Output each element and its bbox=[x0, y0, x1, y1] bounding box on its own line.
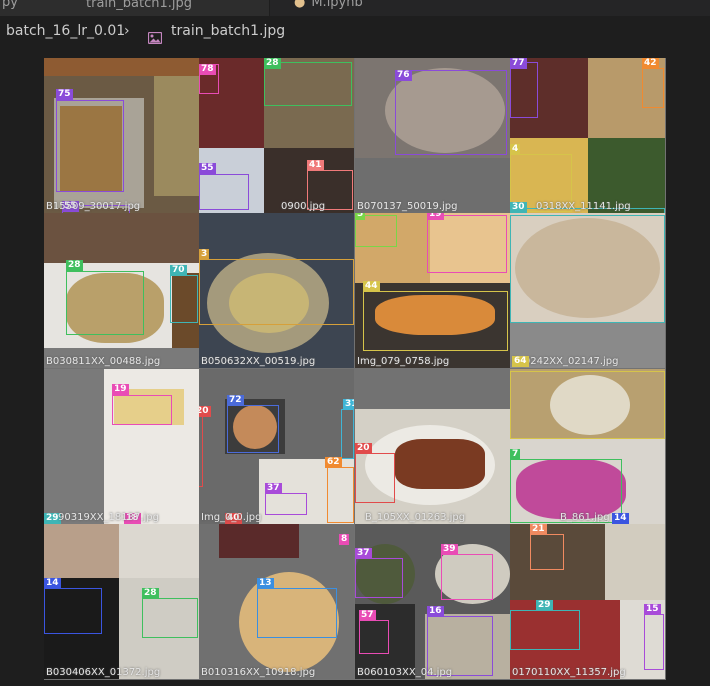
class-label: 41 bbox=[307, 160, 324, 171]
modified-dot-icon: ● bbox=[294, 0, 306, 10]
class-label: 39 bbox=[441, 544, 458, 555]
class-label: 20 bbox=[199, 406, 211, 417]
tile-filename: B030811XX_00488.jpg bbox=[46, 356, 161, 367]
mosaic-tile: 19 29 18 90319XX_18137.jpg bbox=[44, 369, 199, 524]
editor-tab[interactable]: ● M.ipynb bbox=[286, 0, 502, 16]
class-label: 72 bbox=[227, 395, 244, 406]
class-label: 28 bbox=[66, 260, 83, 271]
class-label: 31 bbox=[343, 399, 354, 410]
mosaic-tile: 72 31 20 62 37 40 Img_0_0.jpg bbox=[199, 369, 354, 524]
class-label: 8 bbox=[339, 534, 350, 545]
class-label: 55 bbox=[199, 163, 216, 174]
editor-tab-active[interactable]: train_batch1.jpg bbox=[78, 0, 270, 16]
mosaic-tile: B_0242XX_02147.jpg 64 bbox=[510, 213, 665, 368]
class-label: 78 bbox=[199, 64, 216, 75]
class-label: 14 bbox=[44, 578, 61, 589]
tile-filename: B070137_50019.jpg bbox=[357, 201, 458, 212]
breadcrumb-folder[interactable]: batch_16_lr_0.01 bbox=[6, 16, 125, 46]
class-label: 15 bbox=[644, 604, 661, 615]
class-label: 28 bbox=[264, 58, 281, 69]
class-label: 16 bbox=[427, 606, 444, 617]
chevron-right-icon: › bbox=[124, 23, 130, 39]
tile-filename: 90319XX_18137.jpg bbox=[58, 512, 159, 523]
mosaic-tile: 5 19 44 Img_079_0758.jpg bbox=[355, 213, 510, 368]
class-label: 42 bbox=[642, 58, 659, 69]
class-label: 28 bbox=[142, 588, 159, 599]
tile-filename: B_861.jpg bbox=[560, 512, 610, 523]
tab-label: train_batch1.jpg bbox=[86, 0, 192, 11]
class-label: 62 bbox=[325, 457, 342, 468]
class-label: 21 bbox=[530, 524, 547, 535]
tile-filename: B010316XX_10918.jpg bbox=[201, 667, 316, 678]
editor-tab[interactable]: py bbox=[0, 0, 80, 16]
class-label: 30 bbox=[510, 202, 527, 213]
class-label: 19 bbox=[112, 384, 129, 395]
mosaic-tile: 37 39 57 16 B060103XX_04.jpg bbox=[355, 524, 510, 679]
class-label: 76 bbox=[395, 70, 412, 81]
mosaic-tile: 14 28 B030406XX_01372.jpg bbox=[44, 524, 199, 679]
tile-filename: Img_079_0758.jpg bbox=[357, 356, 450, 367]
mosaic-tile: 13 8 B010316XX_10918.jpg bbox=[199, 524, 354, 679]
mosaic-tile: 75 55 B15509_30017.jpg bbox=[44, 58, 199, 213]
class-label: 29 bbox=[536, 600, 553, 611]
mosaic-tile: 76 B070137_50019.jpg bbox=[355, 58, 510, 213]
tile-filename: B050632XX_00519.jpg bbox=[201, 356, 316, 367]
class-label: 20 bbox=[355, 443, 372, 454]
editor-tab-strip: py train_batch1.jpg ● M.ipynb bbox=[0, 0, 710, 16]
mosaic-tile: 3 B050632XX_00519.jpg bbox=[199, 213, 354, 368]
class-label: 77 bbox=[510, 58, 527, 69]
mosaic-tile: 20 B_105XX_01263.jpg bbox=[355, 369, 510, 524]
image-viewer: 75 55 B15509_30017.jpg 78 28 55 41 0900.… bbox=[0, 46, 710, 686]
mosaic-tile: 28 70 B030811XX_00488.jpg bbox=[44, 213, 199, 368]
tile-filename: 0318XX_11141.jpg bbox=[536, 201, 631, 212]
class-label: 57 bbox=[359, 610, 376, 621]
mosaic-tile: 78 28 55 41 0900.jpg bbox=[199, 58, 354, 213]
tab-label: py bbox=[2, 0, 18, 10]
tab-label: M.ipynb bbox=[311, 0, 363, 10]
class-label: 70 bbox=[170, 265, 187, 276]
class-label: 37 bbox=[265, 483, 282, 494]
class-label: 37 bbox=[355, 548, 372, 559]
training-batch-image[interactable]: 75 55 B15509_30017.jpg 78 28 55 41 0900.… bbox=[44, 58, 666, 680]
tile-filename: B030406XX_01372.jpg bbox=[46, 667, 161, 678]
tile-filename: B060103XX_04.jpg bbox=[357, 667, 453, 678]
breadcrumb-file[interactable]: train_batch1.jpg bbox=[171, 16, 285, 46]
mosaic-tile: 7 14 B_861.jpg bbox=[510, 369, 665, 524]
tile-filename: B15509_30017.jpg bbox=[46, 201, 141, 212]
class-label: 7 bbox=[510, 449, 521, 460]
class-label: 13 bbox=[257, 578, 274, 589]
breadcrumb: batch_16_lr_0.01 › train_batch1.jpg bbox=[0, 16, 710, 46]
class-label: 5 bbox=[355, 213, 366, 220]
class-label: 4 bbox=[510, 144, 521, 155]
mosaic-tile: 77 42 4 30 0318XX_11141.jpg bbox=[510, 58, 665, 213]
tile-filename: B_105XX_01263.jpg bbox=[365, 512, 466, 523]
class-label: 14 bbox=[612, 513, 629, 524]
tile-filename: Img_0_0.jpg bbox=[201, 512, 262, 523]
tile-filename: 0170110XX_11357.jpg bbox=[512, 667, 626, 678]
class-label: 3 bbox=[199, 249, 210, 260]
tile-filename: 0900.jpg bbox=[281, 201, 326, 212]
class-label: 75 bbox=[56, 89, 73, 100]
class-label: 44 bbox=[363, 281, 380, 292]
class-label: 19 bbox=[427, 213, 444, 220]
class-label: 64 bbox=[512, 356, 529, 367]
mosaic-tile: 21 29 15 0170110XX_11357.jpg bbox=[510, 524, 665, 679]
image-file-icon bbox=[147, 25, 163, 45]
